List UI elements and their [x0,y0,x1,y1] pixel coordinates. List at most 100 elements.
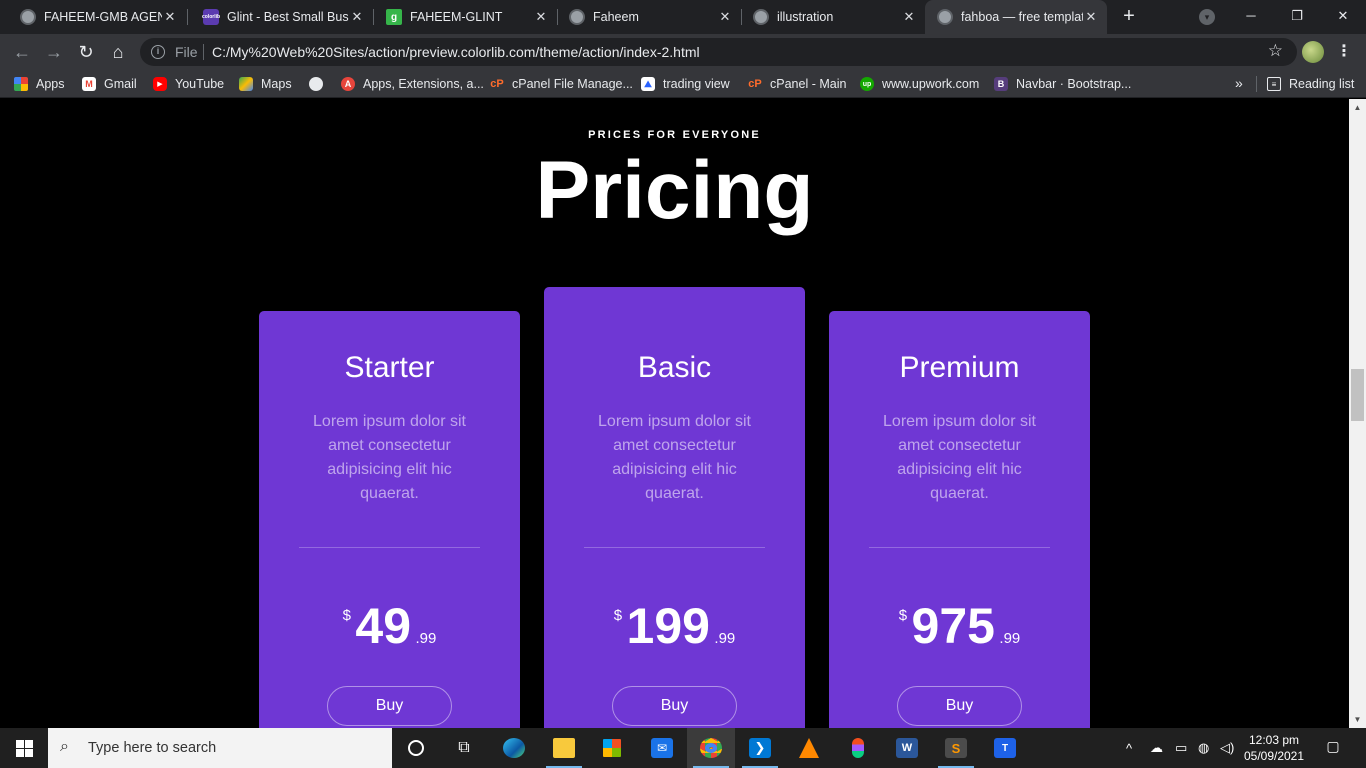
close-icon[interactable]: ✕ [533,9,549,25]
buy-button-premium[interactable]: Buy [897,686,1022,726]
bookmark-label: trading view [663,77,730,91]
bookmark-apps[interactable]: Apps [14,76,65,92]
tab-faheem-glint[interactable]: g FAHEEM-GLINT ✕ [373,0,557,34]
close-icon[interactable]: ✕ [349,9,365,25]
bookmark-navbar-bootstrap[interactable]: B Navbar · Bootstrap... [994,76,1131,92]
reload-icon[interactable]: ↻ [74,40,98,64]
volume-icon[interactable]: ◁) [1220,728,1234,768]
minimize-button[interactable]: ─ [1228,0,1274,32]
scroll-down-arrow-icon[interactable]: ▼ [1349,711,1366,728]
taskbar-app-icon[interactable]: T [981,728,1029,768]
tray-chevron-icon[interactable]: ^ [1126,728,1132,768]
close-icon[interactable]: ✕ [717,9,733,25]
bookmark-label: Navbar · Bootstrap... [1016,77,1132,91]
bookmark-trading-view[interactable]: ⛰ trading view [641,76,730,92]
bookmark-cpanel-file-manager[interactable]: cP cPanel File Manage... [490,76,633,92]
windows-start-button[interactable] [0,728,48,768]
bookmark-apps-extensions[interactable]: A Apps, Extensions, a... [341,76,484,92]
tab-title: FAHEEM-GMB AGENCY [44,10,162,24]
bookmark-label: Maps [261,77,292,91]
bookmark-label: www.upwork.com [882,77,980,91]
browser-toolbar: ← → ↻ ⌂ i File C:/My%20Web%20Sites/actio… [0,34,1366,70]
edge-icon[interactable] [490,728,538,768]
glint-g-icon: g [386,9,402,25]
tab-title: FAHEEM-GLINT [410,10,503,24]
network-globe-icon[interactable]: ◍ [1198,728,1209,768]
tradingview-icon: ⛰ [641,77,655,91]
address-bar[interactable]: i File C:/My%20Web%20Sites/action/previe… [140,38,1297,66]
price-cents: .99 [999,630,1021,647]
back-arrow-icon[interactable]: ← [10,40,34,64]
vlc-icon[interactable] [785,728,833,768]
mail-icon[interactable]: ✉ [638,728,686,768]
bookmark-star-icon[interactable]: ☆ [1268,41,1283,61]
microsoft-store-icon[interactable] [588,728,636,768]
bookmark-cpanel-main[interactable]: cP cPanel - Main [748,76,846,92]
section-heading: Pricing [535,145,814,236]
tab-faheem-gmb-agency[interactable]: FAHEEM-GMB AGENCY ✕ [0,0,186,34]
taskbar-clock[interactable]: 12:03 pm 05/09/2021 [1238,732,1310,764]
chrome-icon[interactable] [687,728,735,768]
cpanel-icon: cP [490,78,504,90]
scrollbar-thumb[interactable] [1351,369,1364,421]
plan-name: Basic [637,351,712,384]
task-view-icon[interactable]: ⧉ [440,728,488,768]
profile-avatar[interactable] [1302,41,1324,63]
bookmark-gmail[interactable]: M Gmail [82,76,137,92]
bookmark-label: YouTube [175,77,225,91]
forward-arrow-icon[interactable]: → [42,40,66,64]
bookmark-upwork[interactable]: up www.upwork.com [860,76,979,92]
search-icon: ⌕ [60,738,69,755]
tab-illustration[interactable]: illustration ✕ [741,0,925,34]
page-scrollbar[interactable]: ▲ ▼ [1349,99,1366,728]
file-explorer-icon[interactable] [540,728,588,768]
tab-glint[interactable]: colorlib Glint - Best Small Business ✕ [186,0,373,34]
figma-icon[interactable] [834,728,882,768]
search-placeholder: Type here to search [88,740,217,756]
close-window-button[interactable]: ✕ [1320,0,1366,32]
url-text[interactable]: C:/My%20Web%20Sites/action/preview.color… [212,44,700,60]
word-icon[interactable]: W [883,728,931,768]
onedrive-cloud-icon[interactable]: ☁ [1150,728,1163,768]
menu-kebab-icon[interactable]: ⋮ [1336,41,1352,63]
reading-list-label: Reading list [1289,77,1355,91]
new-tab-button[interactable]: + [1118,5,1140,27]
info-icon[interactable]: i [151,45,165,59]
home-icon[interactable]: ⌂ [106,40,130,64]
extensions-icon: A [341,77,355,91]
clock-date: 05/09/2021 [1243,749,1305,763]
bookmark-maps[interactable]: Maps [239,76,292,92]
more-bookmarks-button[interactable]: » [1235,75,1243,91]
plan-description: Lorem ipsum dolor sit amet consectetur a… [883,413,1036,502]
restore-button[interactable]: ❐ [1274,0,1320,32]
pricing-card-starter: Starter Lorem ipsum dolor sit amet conse… [259,311,520,728]
taskbar-search-input[interactable]: ⌕ Type here to search [48,728,392,768]
tab-search-icon[interactable]: ▾ [1199,9,1215,25]
buy-button-basic[interactable]: Buy [612,686,737,726]
bookmark-label: cPanel - Main [770,77,847,91]
notifications-icon[interactable]: ▢ [1320,738,1346,758]
bootstrap-icon: B [994,77,1008,91]
tab-faheem[interactable]: Faheem ✕ [557,0,741,34]
scroll-up-arrow-icon[interactable]: ▲ [1349,99,1366,116]
buy-button-starter[interactable]: Buy [327,686,452,726]
cortana-icon[interactable] [392,728,440,768]
tab-fahboa-active[interactable]: fahboa — free template ✕ [925,0,1107,34]
sublime-text-icon[interactable]: S [932,728,980,768]
reading-list-button[interactable]: ≡ Reading list [1267,76,1354,92]
close-icon[interactable]: ✕ [1083,9,1099,25]
bookmark-youtube[interactable]: ▶ YouTube [153,76,224,92]
bookmark-globe[interactable] [309,76,331,92]
bookmark-label: Apps, Extensions, a... [363,77,484,91]
price-cents: .99 [714,630,736,647]
battery-icon[interactable]: ▭ [1175,728,1187,768]
plan-name: Starter [344,351,435,384]
plan-description: Lorem ipsum dolor sit amet consectetur a… [313,413,466,502]
youtube-icon: ▶ [153,77,167,91]
globe-icon [20,9,36,25]
close-icon[interactable]: ✕ [162,9,178,25]
plan-price: $ 199 .99 [544,601,805,651]
vscode-icon[interactable]: ❯ [736,728,784,768]
clock-time: 12:03 pm [1248,733,1300,747]
close-icon[interactable]: ✕ [901,9,917,25]
